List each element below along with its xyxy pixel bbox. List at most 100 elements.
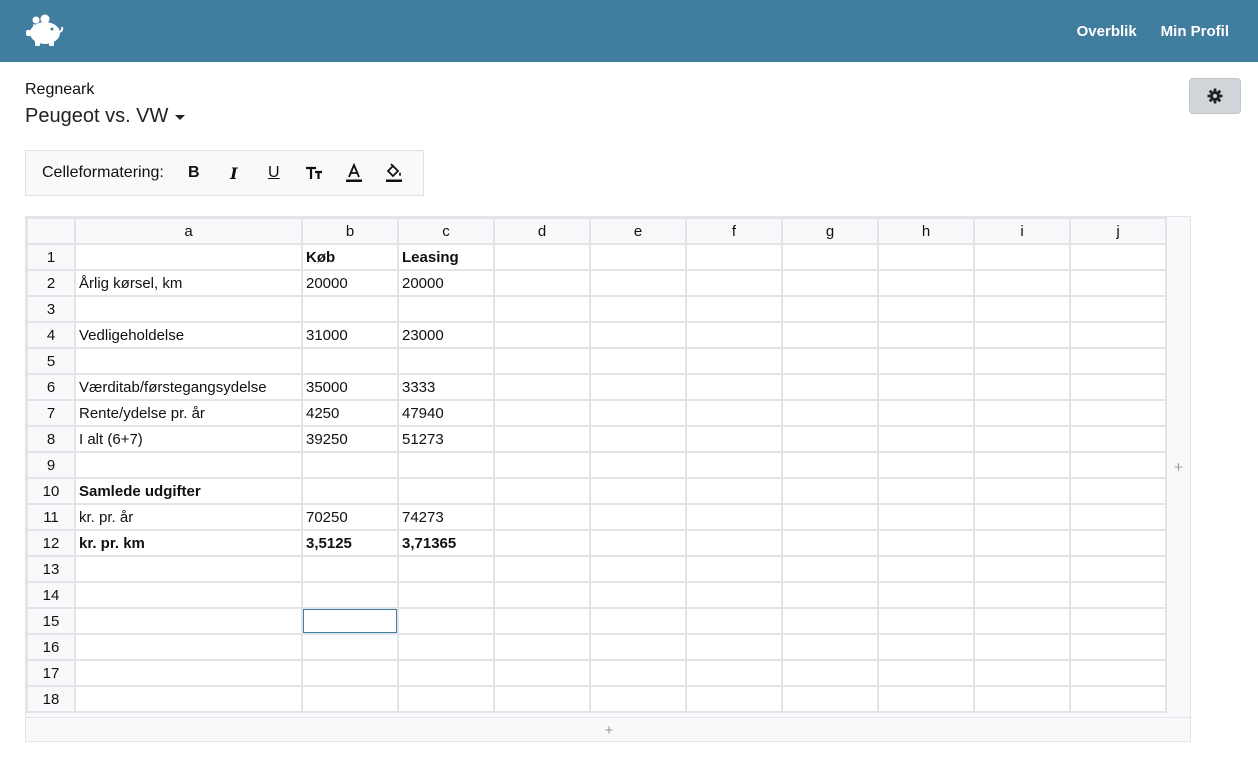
cell-g9[interactable] <box>781 451 879 479</box>
cell-g3[interactable] <box>781 295 879 323</box>
cell-b9[interactable] <box>301 451 399 479</box>
cell-d18[interactable] <box>493 685 591 713</box>
column-header-f[interactable]: f <box>685 217 783 245</box>
cell-j16[interactable] <box>1069 633 1167 661</box>
cell-e9[interactable] <box>589 451 687 479</box>
cell-e17[interactable] <box>589 659 687 687</box>
cell-j8[interactable] <box>1069 425 1167 453</box>
cell-h17[interactable] <box>877 659 975 687</box>
cell-d17[interactable] <box>493 659 591 687</box>
cell-i3[interactable] <box>973 295 1071 323</box>
row-header[interactable]: 17 <box>26 659 76 687</box>
cell-a8[interactable]: I alt (6+7) <box>74 425 303 453</box>
cell-a14[interactable] <box>74 581 303 609</box>
nav-link-min-profil[interactable]: Min Profil <box>1161 23 1229 40</box>
cell-i2[interactable] <box>973 269 1071 297</box>
cell-j11[interactable] <box>1069 503 1167 531</box>
cell-g16[interactable] <box>781 633 879 661</box>
cell-a9[interactable] <box>74 451 303 479</box>
settings-button[interactable] <box>1189 78 1241 114</box>
cell-b2[interactable]: 20000 <box>301 269 399 297</box>
cell-h11[interactable] <box>877 503 975 531</box>
cell-i8[interactable] <box>973 425 1071 453</box>
cell-g2[interactable] <box>781 269 879 297</box>
cell-d13[interactable] <box>493 555 591 583</box>
cell-j13[interactable] <box>1069 555 1167 583</box>
cell-g15[interactable] <box>781 607 879 635</box>
cell-i5[interactable] <box>973 347 1071 375</box>
column-header-h[interactable]: h <box>877 217 975 245</box>
cell-h1[interactable] <box>877 243 975 271</box>
cell-c14[interactable] <box>397 581 495 609</box>
cell-a15[interactable] <box>74 607 303 635</box>
cell-h3[interactable] <box>877 295 975 323</box>
cell-b15[interactable] <box>301 607 399 635</box>
cell-i14[interactable] <box>973 581 1071 609</box>
cell-f12[interactable] <box>685 529 783 557</box>
cell-i11[interactable] <box>973 503 1071 531</box>
cell-c4[interactable]: 23000 <box>397 321 495 349</box>
cell-d15[interactable] <box>493 607 591 635</box>
add-row-button[interactable]: + <box>26 717 1192 743</box>
cell-e4[interactable] <box>589 321 687 349</box>
cell-d7[interactable] <box>493 399 591 427</box>
cell-f1[interactable] <box>685 243 783 271</box>
cell-d8[interactable] <box>493 425 591 453</box>
cell-e13[interactable] <box>589 555 687 583</box>
bold-button[interactable]: B <box>174 157 214 189</box>
cell-f15[interactable] <box>685 607 783 635</box>
cell-a10[interactable]: Samlede udgifter <box>74 477 303 505</box>
font-color-button[interactable] <box>334 157 374 189</box>
row-header[interactable]: 7 <box>26 399 76 427</box>
cell-g12[interactable] <box>781 529 879 557</box>
cell-c10[interactable] <box>397 477 495 505</box>
row-header[interactable]: 14 <box>26 581 76 609</box>
cell-g4[interactable] <box>781 321 879 349</box>
column-header-b[interactable]: b <box>301 217 399 245</box>
cell-e10[interactable] <box>589 477 687 505</box>
cell-f6[interactable] <box>685 373 783 401</box>
cell-b4[interactable]: 31000 <box>301 321 399 349</box>
row-header[interactable]: 18 <box>26 685 76 713</box>
cell-j18[interactable] <box>1069 685 1167 713</box>
cell-e5[interactable] <box>589 347 687 375</box>
column-header-a[interactable]: a <box>74 217 303 245</box>
cell-a11[interactable]: kr. pr. år <box>74 503 303 531</box>
cell-j7[interactable] <box>1069 399 1167 427</box>
row-header[interactable]: 12 <box>26 529 76 557</box>
row-header[interactable]: 15 <box>26 607 76 635</box>
cell-j17[interactable] <box>1069 659 1167 687</box>
cell-j4[interactable] <box>1069 321 1167 349</box>
cell-f8[interactable] <box>685 425 783 453</box>
cell-c8[interactable]: 51273 <box>397 425 495 453</box>
cell-b17[interactable] <box>301 659 399 687</box>
cell-c6[interactable]: 3333 <box>397 373 495 401</box>
cell-h14[interactable] <box>877 581 975 609</box>
row-header[interactable]: 3 <box>26 295 76 323</box>
cell-d3[interactable] <box>493 295 591 323</box>
cell-d16[interactable] <box>493 633 591 661</box>
cell-b6[interactable]: 35000 <box>301 373 399 401</box>
underline-button[interactable]: U <box>254 157 294 189</box>
cell-e1[interactable] <box>589 243 687 271</box>
row-header[interactable]: 9 <box>26 451 76 479</box>
cell-d10[interactable] <box>493 477 591 505</box>
cell-a12[interactable]: kr. pr. km <box>74 529 303 557</box>
cell-c5[interactable] <box>397 347 495 375</box>
cell-j9[interactable] <box>1069 451 1167 479</box>
cell-h10[interactable] <box>877 477 975 505</box>
cell-a17[interactable] <box>74 659 303 687</box>
cell-b10[interactable] <box>301 477 399 505</box>
cell-a2[interactable]: Årlig kørsel, km <box>74 269 303 297</box>
cell-h4[interactable] <box>877 321 975 349</box>
cell-c13[interactable] <box>397 555 495 583</box>
cell-h12[interactable] <box>877 529 975 557</box>
italic-button[interactable]: I <box>214 157 254 189</box>
cell-j10[interactable] <box>1069 477 1167 505</box>
row-header[interactable]: 13 <box>26 555 76 583</box>
cell-c7[interactable]: 47940 <box>397 399 495 427</box>
cell-j5[interactable] <box>1069 347 1167 375</box>
cell-g13[interactable] <box>781 555 879 583</box>
cell-f14[interactable] <box>685 581 783 609</box>
cell-a16[interactable] <box>74 633 303 661</box>
